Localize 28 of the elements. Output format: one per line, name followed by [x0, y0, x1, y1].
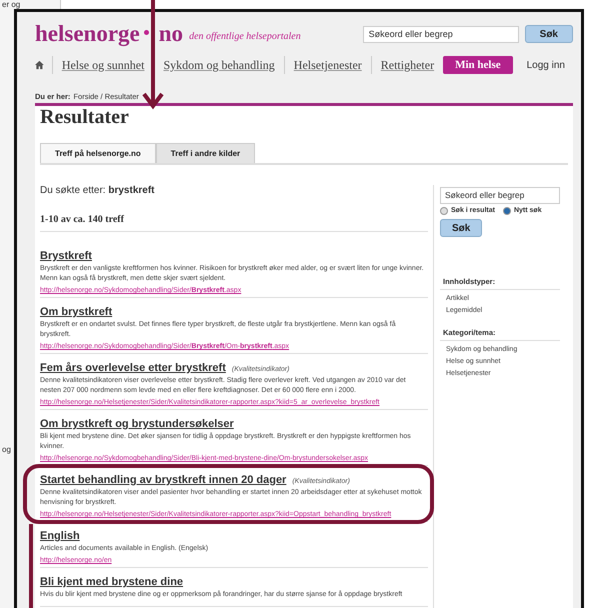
tagline: den offentlige helseportalen — [189, 30, 302, 42]
logo-text[interactable]: no — [158, 21, 184, 47]
dot-icon — [144, 30, 149, 35]
result-title[interactable]: Om brystkreft og brystundersøkelser — [40, 418, 234, 430]
min-helse-button[interactable]: Min helse — [443, 56, 513, 74]
background-text: og — [1, 445, 12, 454]
nav-link[interactable]: Sykdom og behandling — [153, 56, 284, 74]
background-text: er og — [1, 0, 22, 9]
result-title[interactable]: English — [40, 530, 80, 542]
page-heading: Resultater — [40, 106, 130, 129]
result-title[interactable]: Brystkreft — [40, 250, 92, 262]
search-button[interactable]: Søk — [440, 219, 482, 237]
result-title[interactable]: Om brystkreft — [40, 306, 112, 318]
nav-link[interactable]: Helse og sunnhet — [52, 56, 154, 74]
home-icon[interactable] — [35, 59, 44, 71]
search-field[interactable]: Søkeord eller begrep — [362, 26, 519, 42]
tab[interactable]: Treff i andre kilder — [156, 143, 256, 163]
result-count: 1-10 av ca. 140 treff — [40, 196, 428, 232]
search-button[interactable]: Søk — [524, 25, 573, 43]
result-title[interactable]: Fem års overlevelse etter brystkreft — [40, 362, 226, 374]
search-query: Du søkte etter: brystkreft — [40, 185, 156, 196]
login-link[interactable]: Logg inn — [526, 60, 565, 70]
nav-link[interactable]: Helsetjenester — [284, 56, 371, 74]
result-title[interactable]: Startet behandling av brystkreft innen 20 dager — [40, 474, 286, 486]
tab[interactable]: Treff på helsenorge.no — [40, 143, 156, 163]
result-title[interactable]: Bli kjent med brystene dine — [40, 576, 184, 588]
search-field[interactable]: Søkeord eller begrep — [440, 186, 560, 204]
logo-text[interactable]: helsenorge — [35, 21, 140, 47]
